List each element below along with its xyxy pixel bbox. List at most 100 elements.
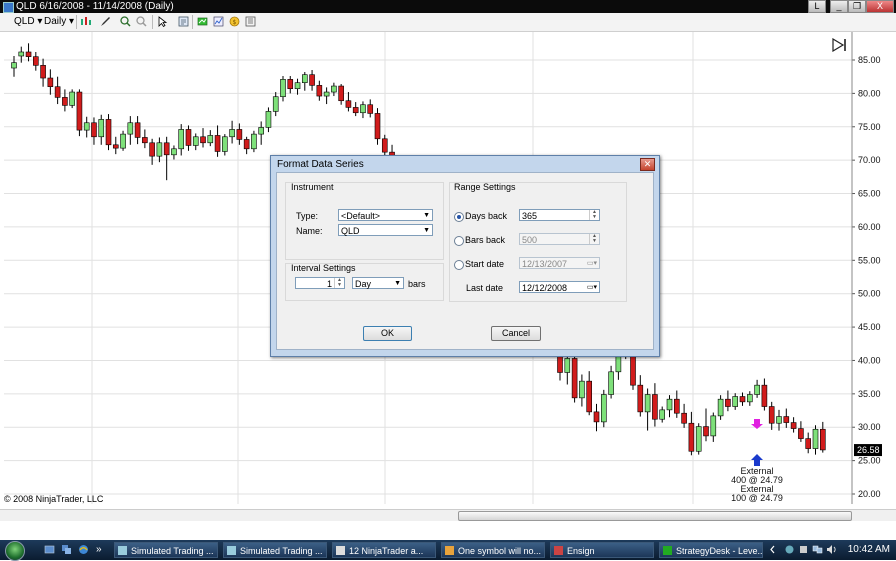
y-tick-label: 70.00: [858, 155, 881, 165]
candle-down: [593, 411, 600, 423]
close-button[interactable]: X: [866, 0, 894, 13]
candle-up: [710, 415, 717, 437]
candle-down: [91, 122, 97, 138]
scroll-to-end-icon[interactable]: [832, 38, 848, 52]
taskbar-item-label: 12 NinjaTrader a...: [349, 546, 424, 556]
ensign-icon: [554, 546, 563, 555]
name-dropdown[interactable]: QLD ▼: [338, 224, 433, 236]
current-price-label: 26.58: [857, 445, 880, 455]
type-dropdown[interactable]: <Default> ▼: [338, 209, 433, 221]
properties-icon[interactable]: [245, 16, 256, 27]
spinner-arrows-icon[interactable]: ▲ ▼: [589, 210, 599, 220]
y-tick-label: 85.00: [858, 55, 881, 65]
candle-down: [62, 97, 68, 106]
candle-down: [33, 56, 39, 66]
tray-app-icon[interactable]: [798, 544, 809, 555]
instrument-selector[interactable]: QLD ▾: [14, 14, 42, 30]
candle-down: [163, 142, 170, 156]
candle-up: [659, 409, 666, 420]
taskbar-clock[interactable]: 10:42 AM: [848, 540, 890, 560]
taskbar-item[interactable]: Simulated Trading ...: [223, 542, 327, 558]
interval-unit-dropdown[interactable]: Day ▼: [352, 277, 404, 289]
bars-back-input[interactable]: 500 ▲ ▼: [519, 233, 600, 245]
svg-text:$: $: [233, 19, 237, 26]
volume-icon[interactable]: [826, 544, 837, 555]
maximize-button[interactable]: ❐: [848, 0, 866, 13]
ok-button[interactable]: OK: [363, 326, 412, 341]
cancel-button[interactable]: Cancel: [491, 326, 541, 341]
taskbar-item[interactable]: StrategyDesk - Leve...: [659, 542, 763, 558]
minimize-button[interactable]: _: [830, 0, 848, 13]
taskbar-item[interactable]: Ensign: [550, 542, 654, 558]
chart-scrollbar[interactable]: [0, 509, 896, 521]
candle-down: [703, 426, 709, 437]
coin-icon[interactable]: $: [229, 16, 240, 27]
start-date-picker[interactable]: 12/13/2007 ▭▾: [519, 257, 600, 269]
taskbar-item-label: Simulated Trading ...: [131, 546, 214, 556]
start-date-radio[interactable]: [454, 260, 464, 270]
taskbar-item[interactable]: One symbol will no...: [441, 542, 545, 558]
candle-down: [352, 107, 359, 114]
candle-up: [83, 122, 90, 131]
chart-toolbar: QLD ▾ Daily ▾ $: [0, 13, 896, 32]
spinner-arrows-icon[interactable]: ▲ ▼: [334, 278, 344, 288]
candle-down: [345, 100, 352, 108]
y-tick-label: 45.00: [858, 322, 881, 332]
link-button[interactable]: L: [808, 0, 826, 13]
bars-back-radio[interactable]: [454, 236, 464, 246]
execution-annotation: 100 @ 24.79: [731, 493, 783, 503]
candle-up: [156, 142, 163, 157]
draw-pencil-icon[interactable]: [100, 16, 111, 27]
data-box-icon[interactable]: [178, 16, 189, 27]
days-back-radio[interactable]: [454, 212, 464, 222]
network-icon[interactable]: [812, 544, 823, 555]
candle-down: [681, 412, 687, 424]
app-icon: [3, 2, 14, 13]
strategies-icon[interactable]: [197, 16, 208, 27]
candle-up: [294, 82, 301, 90]
interval-value-stepper[interactable]: 1 ▲ ▼: [295, 277, 345, 289]
browser-icon[interactable]: [78, 544, 89, 555]
candle-up: [11, 62, 17, 69]
taskbar-item-label: Simulated Trading ...: [240, 546, 323, 556]
candle-up: [564, 358, 571, 373]
scrollbar-thumb[interactable]: [458, 511, 852, 521]
candle-up: [301, 74, 308, 84]
show-desktop-icon[interactable]: [44, 544, 55, 555]
start-date-label: Start date: [465, 259, 505, 269]
candle-up: [251, 133, 257, 150]
tray-expand-icon[interactable]: [768, 544, 779, 555]
candle-down: [673, 398, 680, 414]
interval-selector[interactable]: Daily ▾: [44, 14, 74, 30]
taskbar-item[interactable]: Simulated Trading ...: [114, 542, 218, 558]
quick-launch-more-icon[interactable]: »: [96, 544, 102, 555]
zoom-out-icon[interactable]: [136, 16, 147, 27]
candle-down: [200, 136, 206, 144]
dialog-close-button[interactable]: ✕: [640, 158, 655, 171]
type-value: <Default>: [341, 211, 381, 221]
candle-down: [76, 91, 83, 131]
candle-up: [746, 394, 753, 403]
candle-up: [258, 127, 264, 135]
switch-windows-icon[interactable]: [61, 544, 72, 555]
candle-up: [171, 148, 177, 156]
zoom-in-icon[interactable]: [120, 16, 131, 27]
bar-style-icon[interactable]: [80, 16, 91, 27]
calendar-dropdown-icon[interactable]: ▭▾: [587, 282, 597, 294]
cursor-pointer-icon[interactable]: [157, 16, 168, 27]
taskbar-item[interactable]: 12 NinjaTrader a...: [332, 542, 436, 558]
last-date-label: Last date: [466, 283, 504, 293]
tray-app-icon[interactable]: [784, 544, 795, 555]
candle-up: [812, 428, 819, 449]
start-button[interactable]: [5, 541, 25, 561]
indicators-icon[interactable]: [213, 16, 224, 27]
candle-down: [790, 422, 797, 429]
candle-down: [637, 384, 644, 413]
window-title-bar: QLD 6/16/2008 - 11/14/2008 (Daily) L _ ❐…: [0, 0, 896, 13]
days-back-input[interactable]: 365 ▲ ▼: [519, 209, 600, 221]
candle-down: [214, 135, 221, 152]
candle-up: [776, 416, 782, 424]
last-date-picker[interactable]: 12/12/2008 ▭▾: [519, 281, 600, 293]
taskbar-item-label: One symbol will no...: [458, 546, 542, 556]
candle-down: [798, 428, 804, 439]
